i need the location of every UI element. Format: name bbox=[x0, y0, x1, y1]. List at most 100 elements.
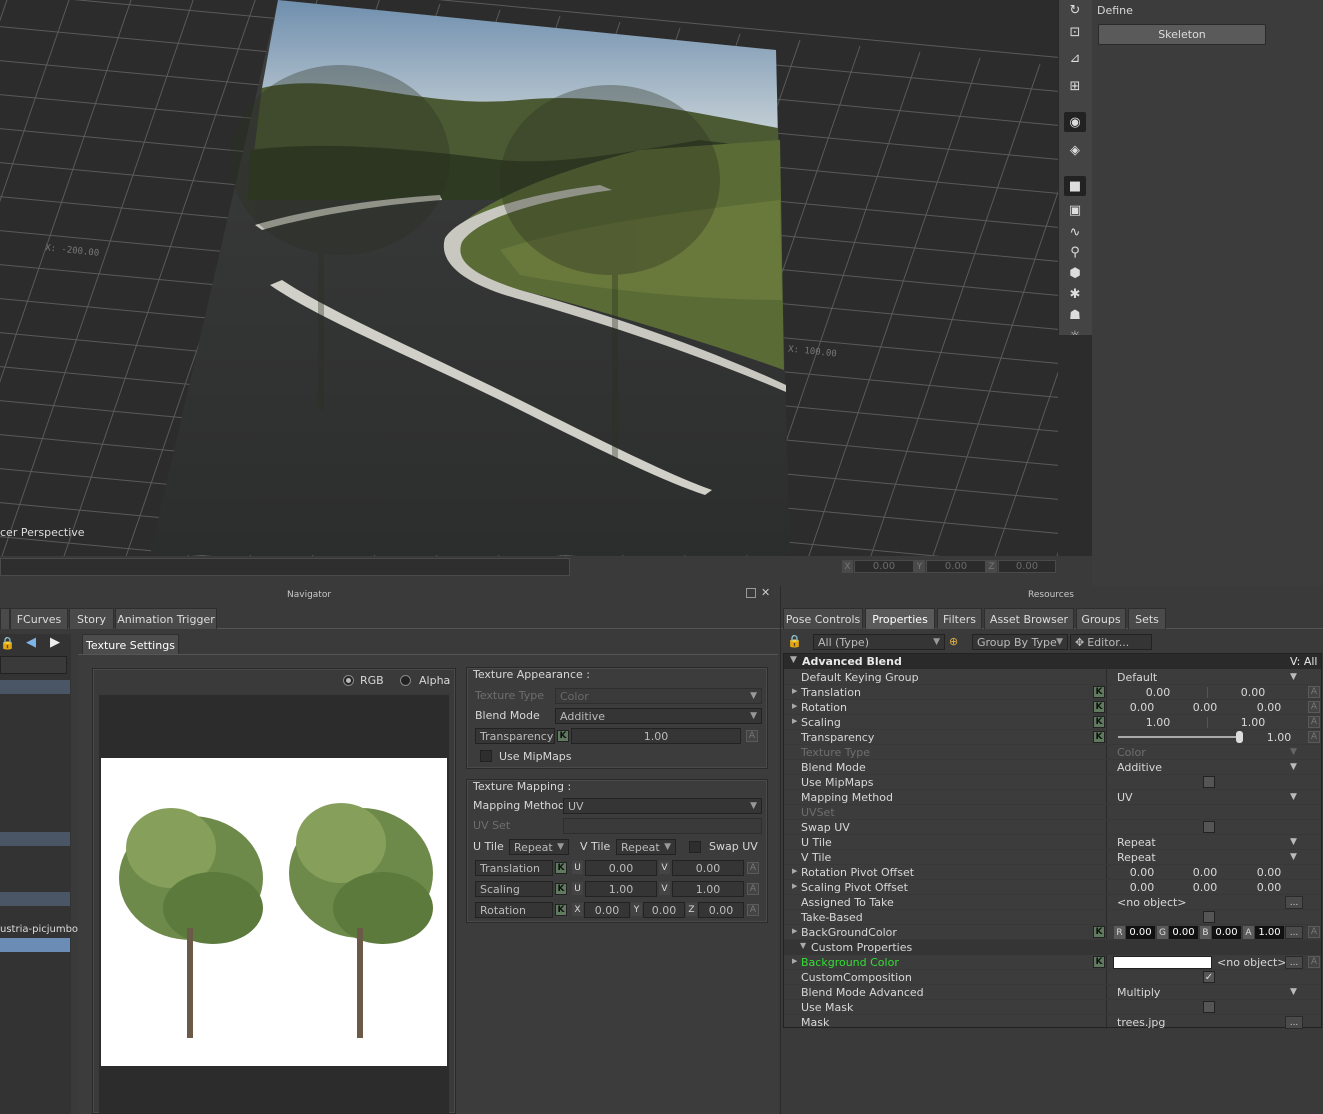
snap-tool-icon[interactable]: ⊿ bbox=[1064, 48, 1086, 68]
tab-pose-controls[interactable]: Pose Controls bbox=[783, 608, 863, 629]
forward-arrow-icon[interactable]: ▶ bbox=[50, 635, 60, 650]
key-button[interactable]: K bbox=[1093, 731, 1105, 743]
lock-icon[interactable]: 🔒 bbox=[0, 636, 15, 650]
chevron-down-icon[interactable]: ▼ bbox=[1290, 792, 1297, 802]
alpha-radio[interactable] bbox=[400, 675, 411, 686]
translation-anim-button[interactable]: A bbox=[747, 862, 759, 874]
prop-value-v1[interactable]: 1.00 bbox=[1128, 716, 1188, 729]
chevron-down-icon[interactable]: ▼ bbox=[1290, 852, 1297, 862]
mapping-method-dropdown[interactable]: UV ▼ bbox=[563, 798, 762, 814]
type-filter-dropdown[interactable]: All (Type) ▼ bbox=[813, 634, 945, 650]
anim-button[interactable]: A bbox=[1308, 731, 1320, 743]
coord-z-field[interactable]: 0.00 bbox=[998, 560, 1056, 573]
pivot-tool-icon[interactable]: ⊞ bbox=[1064, 76, 1086, 96]
prop-checkbox[interactable] bbox=[1203, 1001, 1215, 1013]
more-button[interactable]: ... bbox=[1285, 1016, 1303, 1029]
transform-space-icon[interactable]: ◈ bbox=[1064, 140, 1086, 160]
texture-preview-canvas[interactable] bbox=[99, 695, 449, 1113]
tree-row[interactable] bbox=[0, 832, 70, 846]
expand-arrow-icon[interactable]: ▶ bbox=[792, 957, 797, 965]
prop-value[interactable]: Additive bbox=[1117, 761, 1162, 774]
coord-x-field[interactable]: 0.00 bbox=[854, 560, 914, 573]
prop-value-v3[interactable]: 0.00 bbox=[1239, 701, 1299, 714]
scaling-v-field[interactable]: 1.00 bbox=[672, 881, 744, 897]
scaling-u-field[interactable]: 1.00 bbox=[585, 881, 657, 897]
collapse-arrow-icon[interactable]: ▼ bbox=[800, 941, 806, 950]
chevron-down-icon[interactable]: ▼ bbox=[1290, 747, 1297, 757]
background-color-swatch[interactable] bbox=[1113, 956, 1212, 969]
prop-value[interactable]: trees.jpg bbox=[1117, 1016, 1165, 1029]
chevron-down-icon[interactable]: ▼ bbox=[1290, 672, 1297, 682]
prop-value-v1[interactable]: 0.00 bbox=[1128, 686, 1188, 699]
chevron-down-icon[interactable]: ▼ bbox=[1290, 762, 1297, 772]
color-channel-value-a[interactable]: 1.00 bbox=[1255, 926, 1284, 939]
tab-filters[interactable]: Filters bbox=[937, 608, 982, 629]
anim-button[interactable]: A bbox=[1308, 926, 1320, 938]
tab-animation-trigger[interactable]: Animation Trigger bbox=[115, 608, 217, 629]
tree-row-selected[interactable] bbox=[0, 938, 70, 952]
tab-texture-settings[interactable]: Texture Settings bbox=[82, 634, 179, 655]
prop-checkbox[interactable] bbox=[1203, 911, 1215, 923]
filter-lock-icon[interactable]: ⊕ bbox=[949, 635, 958, 648]
rotation-y-field[interactable]: 0.00 bbox=[643, 902, 685, 918]
transparency-value[interactable]: 1.00 bbox=[1254, 731, 1304, 744]
coord-y-field[interactable]: 0.00 bbox=[926, 560, 986, 573]
axis-icon[interactable]: ✱ bbox=[1064, 284, 1086, 304]
rotate-tool-icon[interactable]: ↻ bbox=[1064, 0, 1086, 20]
prop-value[interactable]: Default bbox=[1117, 671, 1157, 684]
sphere-icon[interactable]: ⬢ bbox=[1064, 263, 1086, 283]
prop-value-v2[interactable]: 0.00 bbox=[1223, 686, 1283, 699]
tree-search[interactable] bbox=[0, 656, 67, 674]
cube-icon[interactable]: ■ bbox=[1064, 176, 1086, 196]
translation-v-field[interactable]: 0.00 bbox=[672, 860, 744, 876]
chevron-down-icon[interactable]: ▼ bbox=[1290, 987, 1297, 997]
scaling-anim-button[interactable]: A bbox=[747, 883, 759, 895]
transparency-anim-button[interactable]: A bbox=[746, 730, 758, 742]
prop-value[interactable]: Color bbox=[1117, 746, 1146, 759]
blend-mode-dropdown[interactable]: Additive ▼ bbox=[555, 708, 762, 724]
anim-button[interactable]: A bbox=[1308, 701, 1320, 713]
translation-u-field[interactable]: 0.00 bbox=[585, 860, 657, 876]
transparency-field[interactable]: 1.00 bbox=[571, 728, 741, 744]
3d-viewport[interactable]: X: -200.00 X: 100.00 cer Perspective bbox=[0, 0, 1058, 556]
v-tile-dropdown[interactable]: Repeat ▼ bbox=[616, 839, 676, 855]
expand-arrow-icon[interactable]: ▶ bbox=[792, 927, 797, 935]
chevron-down-icon[interactable]: ▼ bbox=[1290, 837, 1297, 847]
prop-value[interactable]: UV bbox=[1117, 791, 1133, 804]
group-by-dropdown[interactable]: Group By Type ▼ bbox=[972, 634, 1068, 650]
close-icon[interactable]: ✕ bbox=[761, 586, 770, 599]
key-button[interactable]: K bbox=[1093, 686, 1105, 698]
curve-icon[interactable]: ∿ bbox=[1064, 222, 1086, 242]
key-button[interactable]: K bbox=[1093, 701, 1105, 713]
color-channel-value-b[interactable]: 0.00 bbox=[1212, 926, 1241, 939]
key-button[interactable]: K bbox=[1093, 716, 1105, 728]
more-button[interactable]: ... bbox=[1285, 956, 1303, 969]
rotation-anim-button[interactable]: A bbox=[747, 904, 759, 916]
tree-row[interactable] bbox=[0, 680, 70, 694]
prop-value-v2[interactable]: 0.00 bbox=[1175, 701, 1235, 714]
color-channel-value-g[interactable]: 0.00 bbox=[1169, 926, 1198, 939]
translation-key-button[interactable]: K bbox=[555, 862, 567, 874]
prop-checkbox[interactable]: ✓ bbox=[1203, 971, 1215, 983]
prop-value-v1[interactable]: 0.00 bbox=[1112, 881, 1172, 894]
background-color-object[interactable]: <no object> bbox=[1217, 956, 1287, 969]
skeleton-button[interactable]: Skeleton bbox=[1098, 24, 1266, 45]
collapse-arrow-icon[interactable]: ▼ bbox=[790, 655, 797, 665]
tab-sets[interactable]: Sets bbox=[1128, 608, 1166, 629]
prop-checkbox[interactable] bbox=[1203, 776, 1215, 788]
key-button[interactable]: K bbox=[1093, 956, 1105, 968]
prop-value-v3[interactable]: 0.00 bbox=[1239, 866, 1299, 879]
prop-value-v1[interactable]: 0.00 bbox=[1112, 866, 1172, 879]
expand-arrow-icon[interactable]: ▶ bbox=[792, 702, 797, 710]
tab-hidden[interactable] bbox=[0, 608, 10, 629]
expand-arrow-icon[interactable]: ▶ bbox=[792, 867, 797, 875]
anim-button[interactable]: A bbox=[1308, 686, 1320, 698]
color-channel-value-r[interactable]: 0.00 bbox=[1126, 926, 1155, 939]
prop-value[interactable]: <no object> bbox=[1117, 896, 1187, 909]
transparency-slider-handle[interactable] bbox=[1236, 731, 1243, 743]
prop-value-v3[interactable]: 0.00 bbox=[1239, 881, 1299, 894]
anim-button[interactable]: A bbox=[1308, 956, 1320, 968]
prop-checkbox[interactable] bbox=[1203, 821, 1215, 833]
tab-groups[interactable]: Groups bbox=[1076, 608, 1126, 629]
scale-tool-icon[interactable]: ⊡ bbox=[1064, 22, 1086, 42]
